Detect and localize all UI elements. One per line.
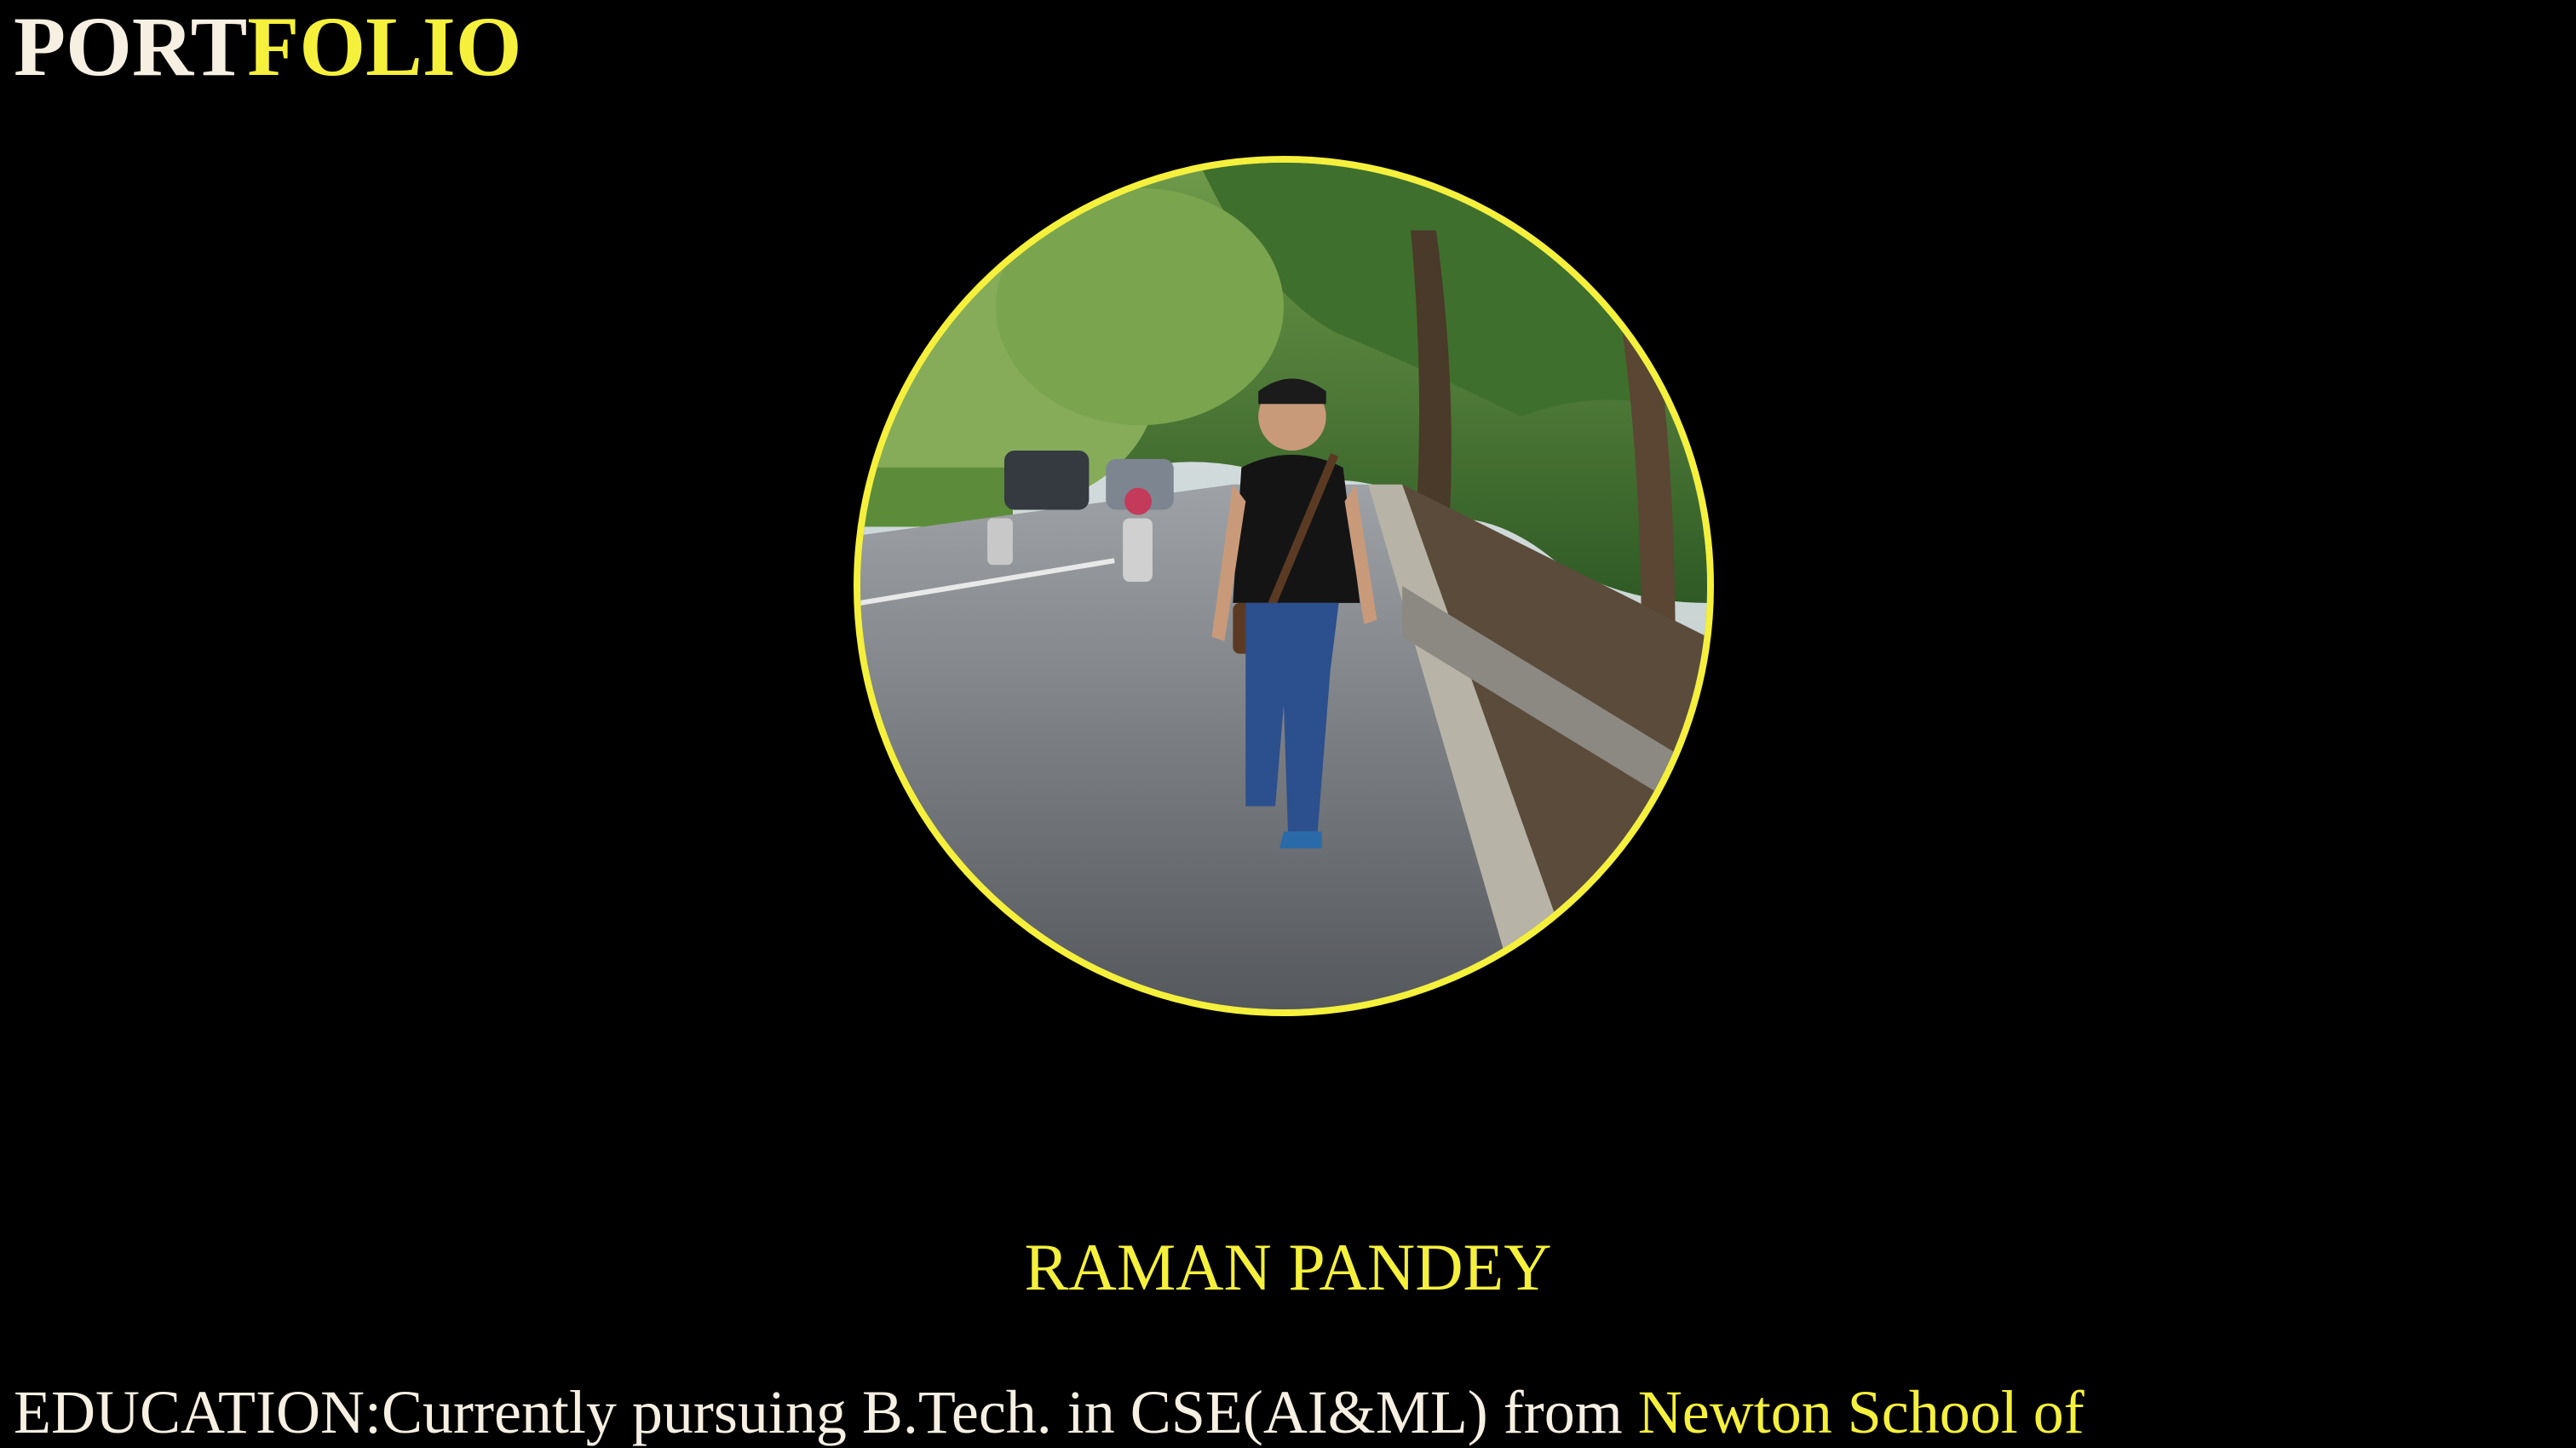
profile-name-text: RAMAN PANDEY xyxy=(1024,1230,1552,1304)
education-text: Currently pursuing B.Tech. in CSE(AI&ML)… xyxy=(381,1378,1638,1446)
logo-text-port: PORT xyxy=(14,0,248,94)
site-logo: PORTFOLIO xyxy=(14,0,522,94)
education-label: EDUCATION: xyxy=(14,1378,382,1446)
profile-photo xyxy=(854,156,1714,1016)
logo-text-folio: FOLIO xyxy=(247,0,522,94)
education-institution: Newton School of xyxy=(1637,1378,2084,1446)
profile-photo-image xyxy=(860,163,1707,1009)
education-line: EDUCATION:Currently pursuing B.Tech. in … xyxy=(14,1370,2084,1448)
profile-name: RAMAN PANDEY xyxy=(0,1225,2576,1310)
